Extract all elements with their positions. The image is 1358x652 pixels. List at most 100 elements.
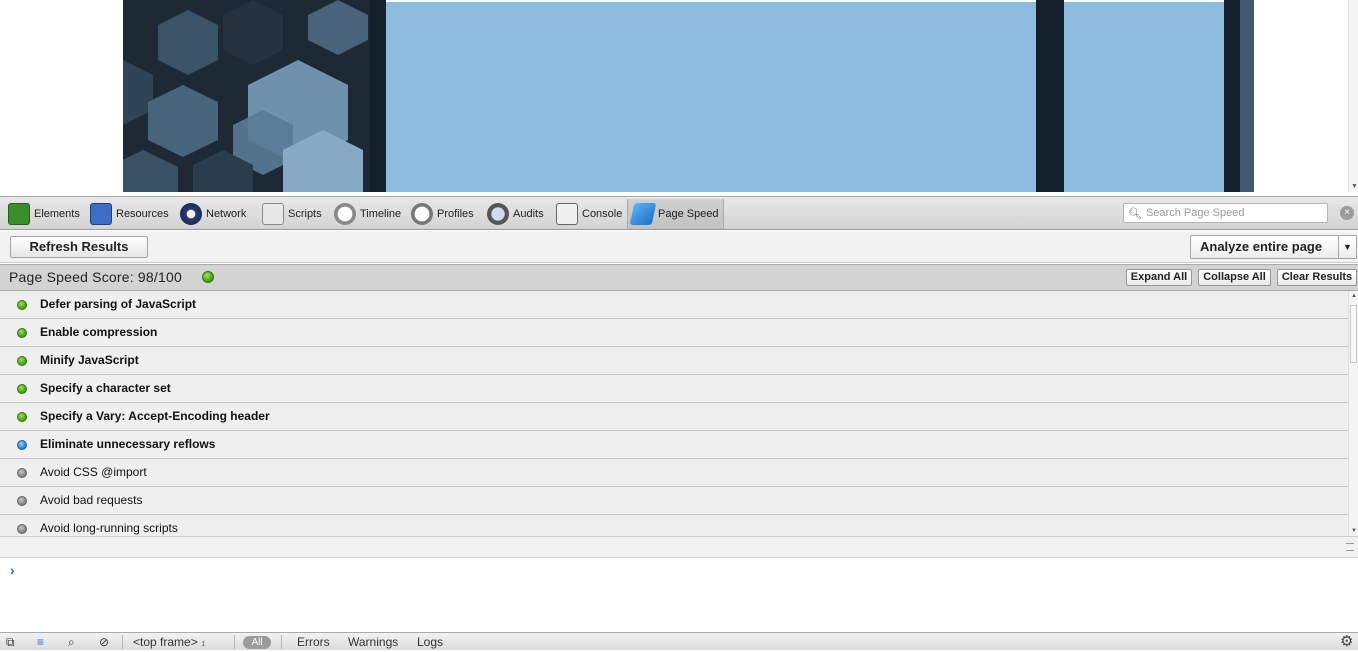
clear-results-button[interactable]: Clear Results — [1277, 269, 1357, 286]
console-toggle-icon[interactable]: ≡ — [37, 633, 44, 651]
tab-resources[interactable]: Resources — [86, 199, 173, 229]
elements-icon — [8, 203, 30, 225]
tab-scripts[interactable]: Scripts — [258, 199, 326, 229]
page-speed-actions: Refresh Results Analyze entire page ▼ — [0, 231, 1358, 263]
profiles-icon — [411, 203, 433, 225]
close-icon[interactable]: × — [1340, 206, 1354, 220]
rule-label: Eliminate unnecessary reflows — [40, 437, 216, 451]
page-sidebar-panel — [1064, 2, 1224, 192]
page-speed-score: Page Speed Score: 98/100 — [9, 269, 182, 285]
scripts-icon — [262, 203, 284, 225]
list-item[interactable]: Minify JavaScript — [0, 347, 1348, 375]
page-column-divider — [1036, 0, 1064, 192]
rule-label: Avoid CSS @import — [40, 465, 147, 479]
list-item[interactable]: Specify a Vary: Accept-Encoding header — [0, 403, 1348, 431]
search-input[interactable] — [1145, 207, 1326, 219]
tab-label: Profiles — [437, 208, 474, 220]
tab-label: Scripts — [288, 208, 322, 220]
list-item[interactable]: Specify a character set — [0, 375, 1348, 403]
rule-label: Enable compression — [40, 325, 158, 339]
list-item[interactable]: Enable compression — [0, 319, 1348, 347]
tab-page-speed[interactable]: Page Speed — [627, 199, 724, 229]
divider — [122, 635, 123, 649]
page-column-divider — [1224, 0, 1240, 192]
refresh-results-button[interactable]: Refresh Results — [10, 236, 148, 258]
status-green-icon — [17, 328, 27, 338]
expand-all-button[interactable]: Expand All — [1126, 269, 1192, 286]
filter-logs-button[interactable]: Logs — [417, 633, 443, 651]
status-blue-icon — [17, 440, 27, 450]
clear-console-icon[interactable]: ⊘ — [99, 633, 109, 651]
rule-label: Minify JavaScript — [40, 353, 139, 367]
frame-select[interactable]: <top frame> ↕ — [133, 633, 206, 651]
search-field[interactable]: 🔍︎ — [1123, 203, 1328, 223]
tab-audits[interactable]: Audits — [483, 199, 548, 229]
status-gray-icon — [17, 524, 27, 534]
tab-label: Network — [206, 208, 247, 220]
status-gray-icon — [17, 468, 27, 478]
tab-label: Resources — [116, 208, 169, 220]
tab-profiles[interactable]: Profiles — [407, 199, 478, 229]
list-item[interactable]: Avoid long-running scripts — [0, 515, 1348, 536]
tab-console[interactable]: Console — [552, 199, 626, 229]
status-gray-icon — [17, 496, 27, 506]
search-icon: 🔍︎ — [1128, 207, 1142, 220]
page-column-divider — [370, 0, 386, 192]
list-item[interactable]: Defer parsing of JavaScript — [0, 291, 1348, 319]
filter-warnings-button[interactable]: Warnings — [348, 633, 398, 651]
rule-label: Avoid long-running scripts — [40, 521, 178, 535]
tab-label: Console — [582, 208, 623, 220]
status-green-icon — [17, 384, 27, 394]
chevron-updown-icon: ↕ — [201, 638, 206, 648]
divider — [281, 635, 282, 649]
grip-icon[interactable] — [1346, 543, 1354, 551]
gear-icon[interactable]: ⚙ — [1340, 633, 1353, 651]
status-bar: ⧉ ≡ ⌕ ⊘ <top frame> ↕ All Errors Warning… — [0, 632, 1358, 650]
page-speed-icon — [629, 203, 657, 225]
timeline-icon — [334, 203, 356, 225]
tab-label: Page Speed — [658, 208, 719, 220]
network-icon — [180, 203, 202, 225]
divider — [234, 635, 235, 649]
tab-timeline[interactable]: Timeline — [330, 199, 405, 229]
hexagon-graphic — [123, 0, 370, 192]
scroll-down-icon[interactable]: ▼ — [1351, 528, 1357, 534]
analyze-scope-label: Analyze entire page — [1200, 239, 1323, 254]
page-preview: ▼ — [0, 0, 1358, 192]
frame-select-label: <top frame> — [133, 635, 198, 649]
resources-icon — [90, 203, 112, 225]
page-edge-graphic — [1240, 0, 1254, 192]
status-green-icon — [17, 300, 27, 310]
list-item[interactable]: Avoid CSS @import — [0, 459, 1348, 487]
collapse-all-button[interactable]: Collapse All — [1198, 269, 1271, 286]
list-item[interactable]: Avoid bad requests — [0, 487, 1348, 515]
console-icon — [556, 203, 578, 225]
rule-label: Avoid bad requests — [40, 493, 143, 507]
rule-label: Defer parsing of JavaScript — [40, 297, 197, 311]
search-icon[interactable]: ⌕ — [68, 633, 75, 651]
rule-label: Specify a character set — [40, 381, 171, 395]
console-resize-handle[interactable] — [0, 536, 1358, 558]
tab-label: Timeline — [360, 208, 402, 220]
rules-scrollbar[interactable]: ▲ ▼ — [1348, 291, 1358, 536]
status-green-icon — [17, 412, 27, 422]
tab-elements[interactable]: Elements — [4, 199, 84, 229]
dock-icon[interactable]: ⧉ — [6, 633, 15, 651]
tab-label: Elements — [34, 208, 80, 220]
analyze-scope-select[interactable]: Analyze entire page ▼ — [1190, 235, 1357, 259]
score-header: Page Speed Score: 98/100 Expand All Coll… — [0, 264, 1358, 291]
list-item[interactable]: Eliminate unnecessary reflows — [0, 431, 1348, 459]
filter-errors-button[interactable]: Errors — [297, 633, 330, 651]
score-status-icon — [202, 271, 214, 283]
preview-scrollbar[interactable]: ▼ — [1348, 0, 1358, 192]
scrollbar-thumb[interactable] — [1350, 305, 1357, 363]
status-green-icon — [17, 356, 27, 366]
console-drawer[interactable]: › — [0, 558, 1358, 632]
chevron-down-icon[interactable]: ▼ — [1338, 236, 1356, 258]
page-content-panel — [386, 2, 1036, 192]
tab-label: Audits — [513, 208, 544, 220]
tab-network[interactable]: Network — [176, 199, 250, 229]
audits-icon — [487, 203, 509, 225]
scroll-up-icon[interactable]: ▲ — [1351, 293, 1357, 299]
filter-all-button[interactable]: All — [243, 636, 271, 649]
